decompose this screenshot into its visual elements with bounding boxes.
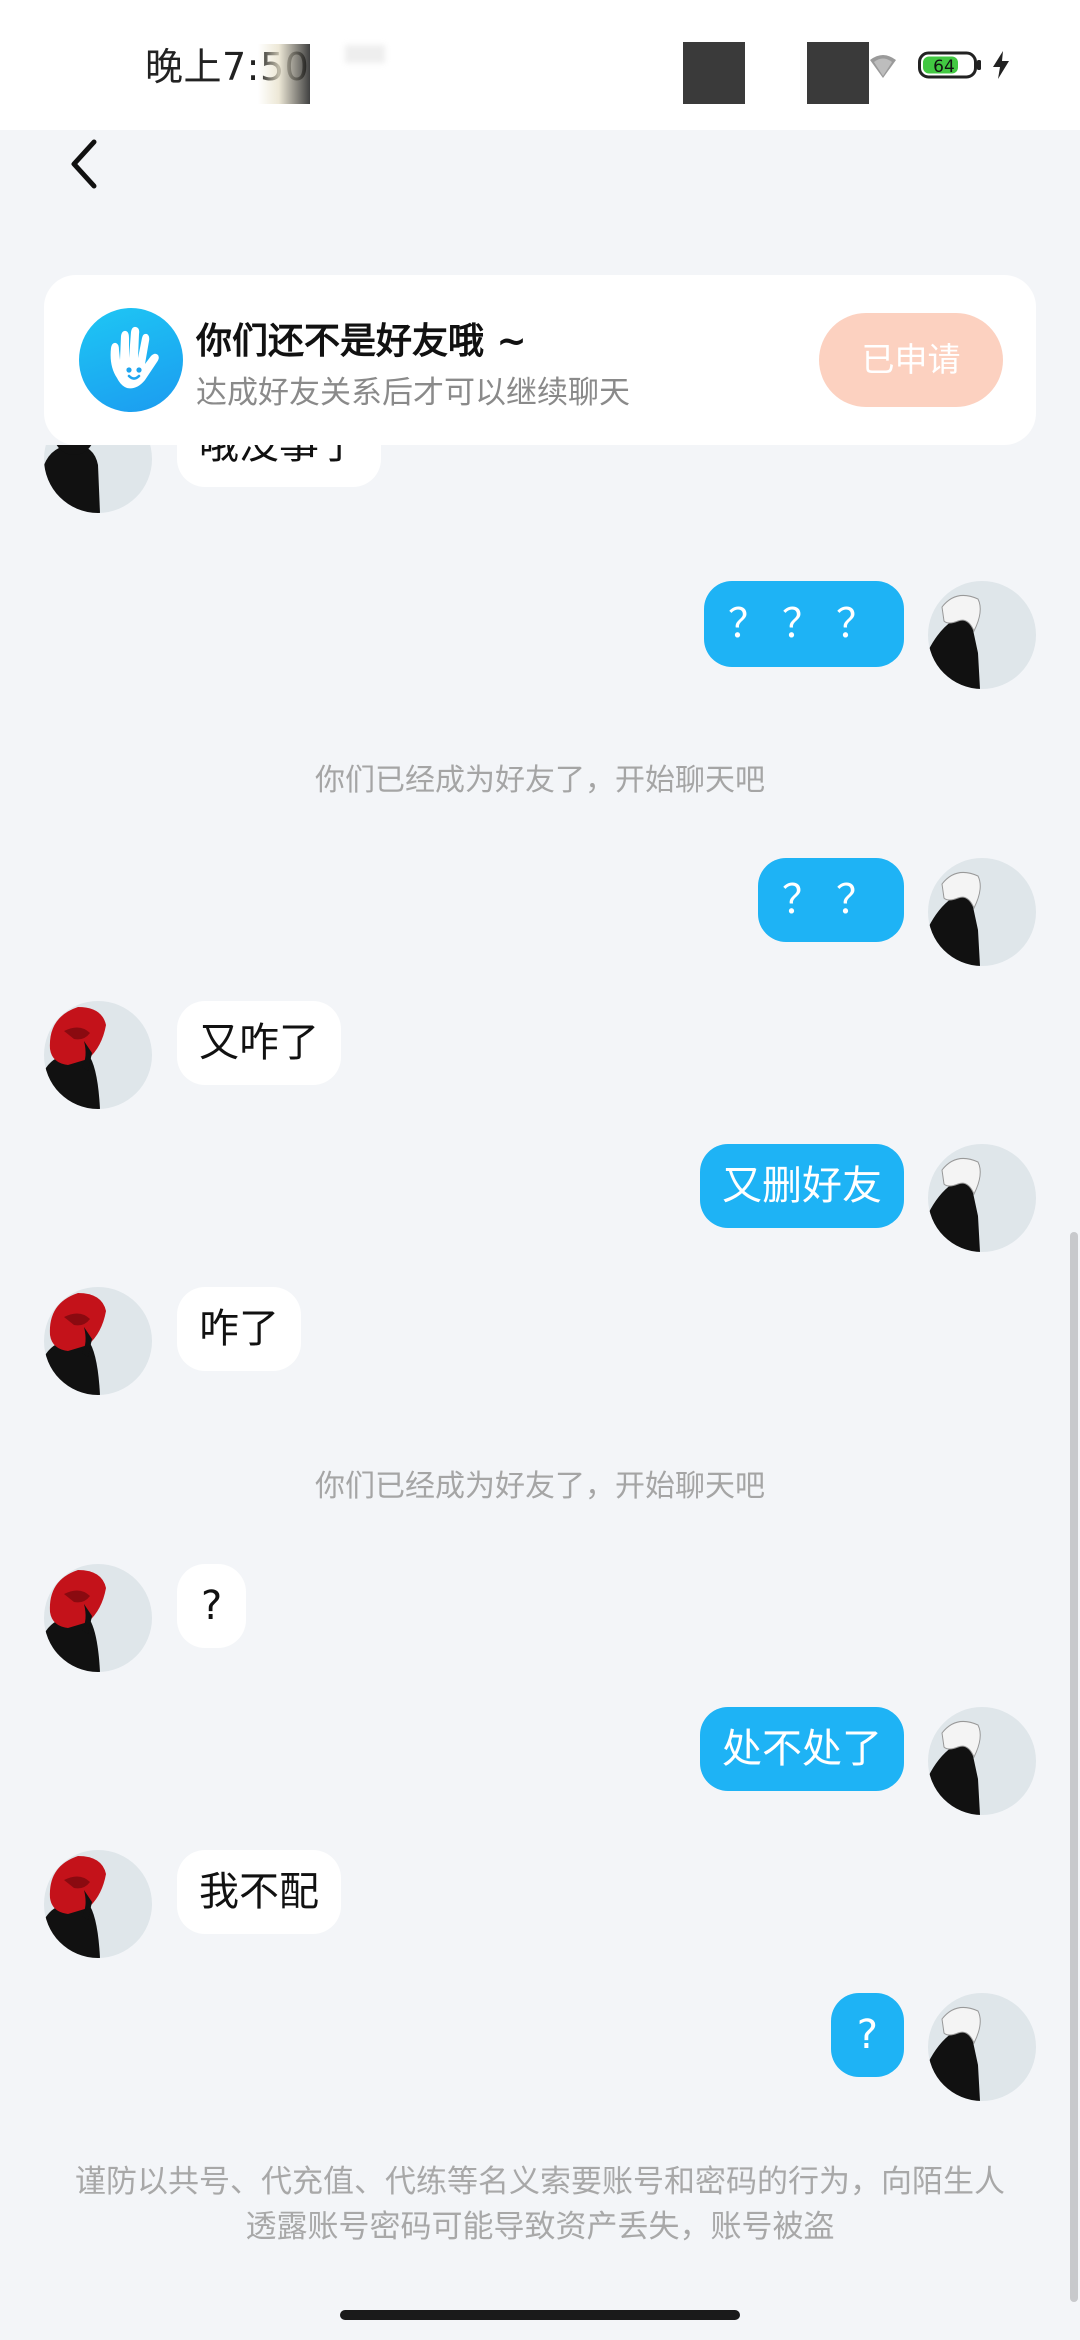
self-avatar[interactable] xyxy=(928,581,1036,689)
system-message: 你们已经成为好友了，开始聊天吧 xyxy=(315,763,765,798)
contact-avatar[interactable] xyxy=(44,1001,152,1109)
message-bubble[interactable]: 又删好友 xyxy=(700,1144,904,1228)
message-bubble[interactable]: ？？？ xyxy=(704,581,904,667)
battery-level: 64 xyxy=(933,57,955,77)
message-bubble[interactable]: 我不配 xyxy=(177,1850,341,1934)
contact-avatar[interactable] xyxy=(44,1564,152,1672)
message-bubble[interactable]: 又咋了 xyxy=(177,1001,341,1085)
applied-button[interactable]: 已申请 xyxy=(819,313,1003,407)
self-avatar[interactable] xyxy=(928,1993,1036,2101)
back-button[interactable] xyxy=(60,132,120,196)
self-avatar[interactable] xyxy=(928,1707,1036,1815)
scrollbar[interactable] xyxy=(1070,1232,1078,2302)
notice-title: 你们还不是好友哦 ~ xyxy=(196,321,527,362)
redacted-block xyxy=(683,42,745,104)
notification-icon-blurred xyxy=(258,44,310,104)
status-bar: 晚上7:50 64 xyxy=(0,0,1080,130)
notification-icon-blurred-2 xyxy=(345,45,385,63)
friend-notice-card: 你们还不是好友哦 ~ 达成好友关系后才可以继续聊天 已申请 xyxy=(44,275,1036,445)
hand-icon xyxy=(79,308,183,412)
redacted-block-2 xyxy=(807,42,869,104)
message-bubble[interactable]: ? xyxy=(177,1564,247,1648)
self-avatar[interactable] xyxy=(928,858,1036,966)
message-bubble[interactable]: 处不处了 xyxy=(700,1707,904,1791)
home-indicator[interactable] xyxy=(340,2310,740,2320)
message-bubble[interactable]: 哦没事了 xyxy=(177,445,381,487)
partial-message-row: 哦没事了 xyxy=(0,445,1080,565)
chevron-left-icon xyxy=(71,139,97,189)
charging-icon xyxy=(993,51,1009,79)
contact-avatar[interactable] xyxy=(44,445,152,513)
contact-avatar[interactable] xyxy=(44,1850,152,1958)
self-avatar[interactable] xyxy=(928,1144,1036,1252)
message-bubble[interactable]: ？？ xyxy=(758,858,904,942)
security-warning: 谨防以共号、代充值、代练等名义索要账号和密码的行为，向陌生人透露账号密码可能导致… xyxy=(75,2164,1005,2245)
notice-subtitle: 达成好友关系后才可以继续聊天 xyxy=(196,375,630,411)
wifi-icon xyxy=(870,55,896,78)
contact-avatar[interactable] xyxy=(44,1287,152,1395)
battery-icon: 64 xyxy=(918,51,981,79)
message-bubble[interactable]: 咋了 xyxy=(177,1287,301,1371)
message-bubble[interactable]: ? xyxy=(830,1993,904,2077)
system-message: 你们已经成为好友了，开始聊天吧 xyxy=(315,1469,765,1504)
